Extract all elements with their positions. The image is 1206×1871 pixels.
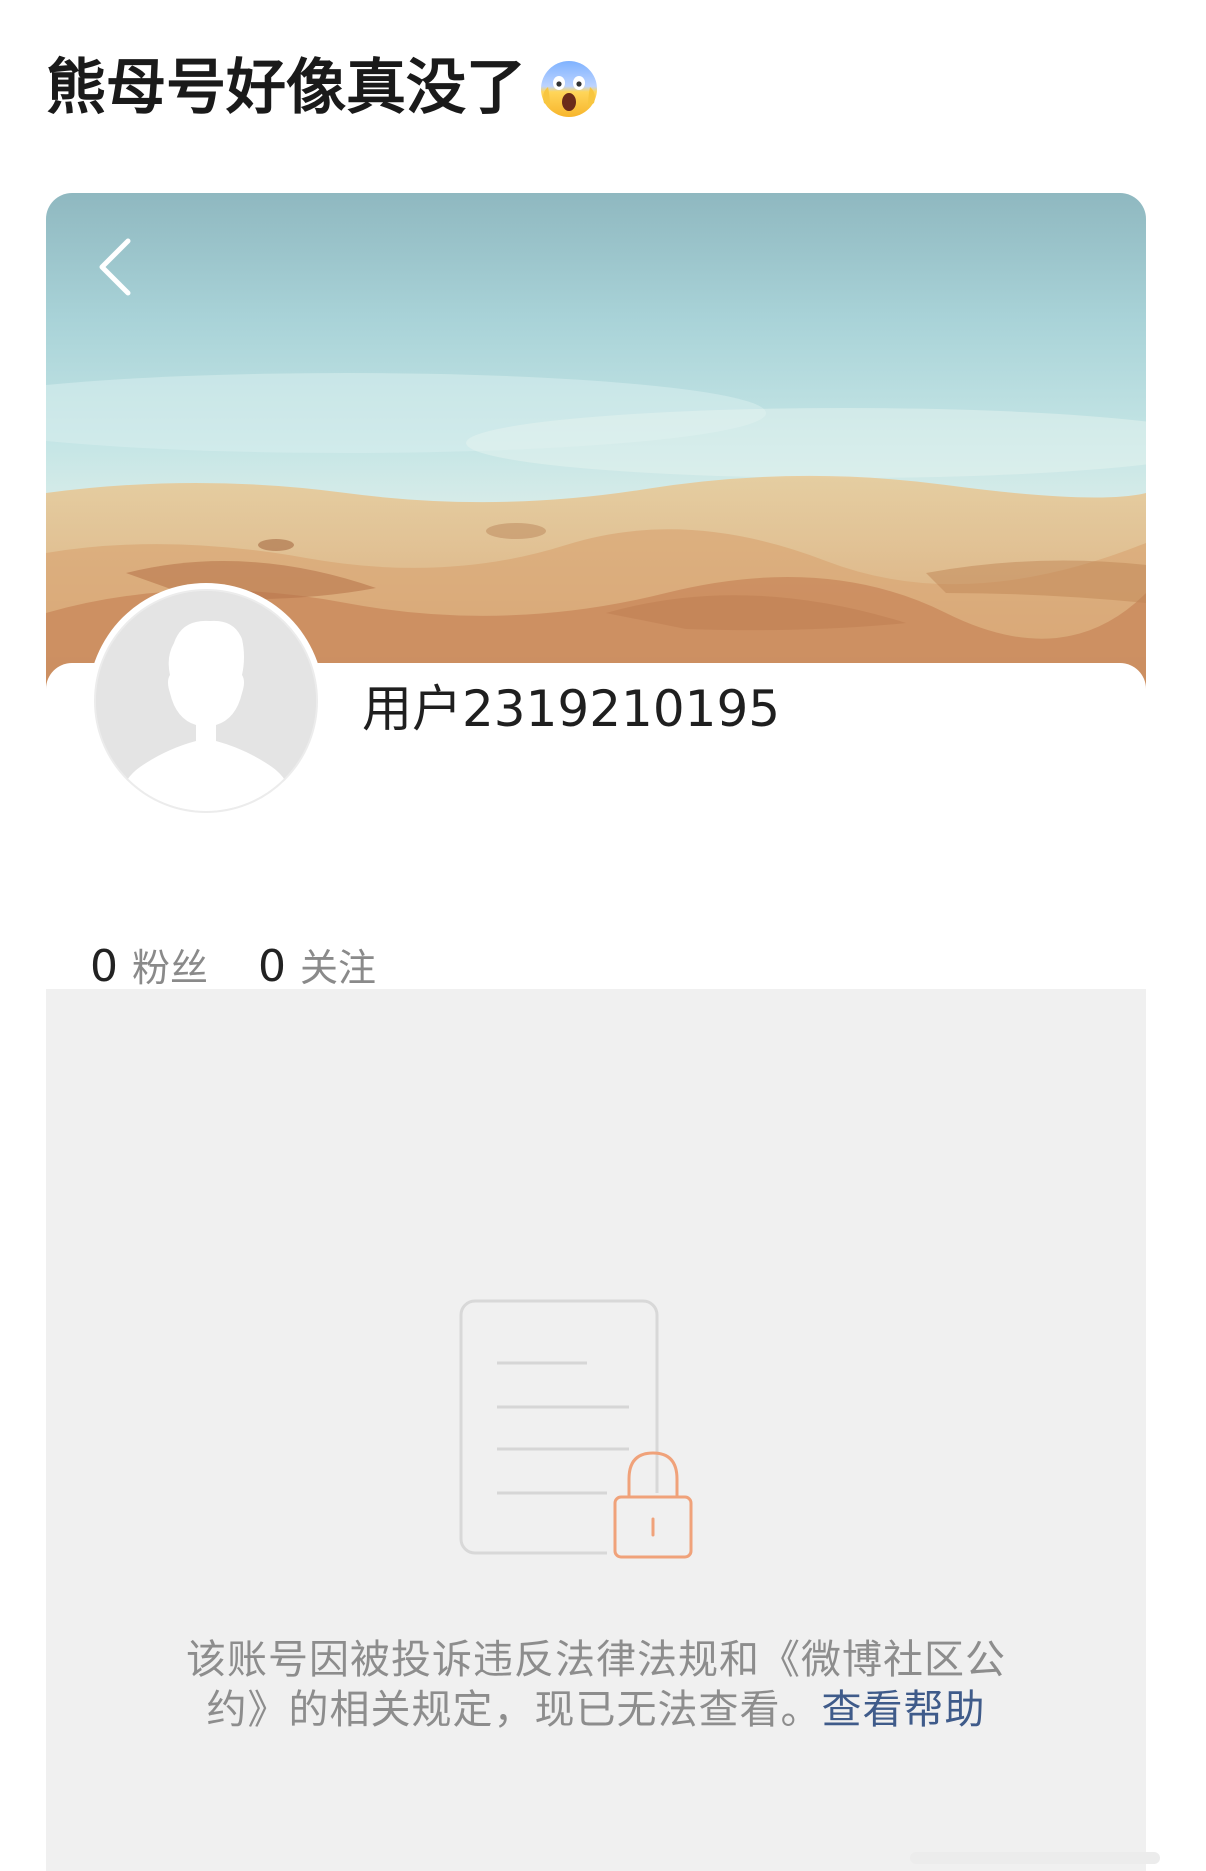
following-stat[interactable]: 0 关注 bbox=[258, 937, 376, 992]
avatar[interactable] bbox=[88, 583, 324, 819]
chevron-left-icon bbox=[99, 238, 131, 296]
post-title: 熊母号好像真没了 bbox=[46, 52, 600, 124]
weibo-profile-screenshot: 用户2319210195 0 粉丝 0 关注 该账号因被投诉违反法律法规和《微博… bbox=[46, 193, 1146, 1871]
followers-label: 粉丝 bbox=[132, 946, 209, 990]
locked-document-icon bbox=[457, 1297, 737, 1615]
username: 用户2319210195 bbox=[362, 680, 781, 738]
back-button[interactable] bbox=[86, 231, 142, 303]
following-label: 关注 bbox=[300, 946, 377, 990]
post-title-text: 熊母号好像真没了 bbox=[46, 53, 526, 123]
following-count: 0 bbox=[258, 941, 287, 992]
default-avatar-silhouette-icon bbox=[96, 591, 316, 811]
profile-stats: 0 粉丝 0 关注 bbox=[90, 937, 426, 992]
scream-emoji-icon bbox=[538, 57, 600, 119]
view-help-link[interactable]: 查看帮助 bbox=[822, 1687, 986, 1733]
watermark bbox=[910, 1852, 1160, 1864]
blocked-content-area: 该账号因被投诉违反法律法规和《微博社区公约》的相关规定，现已无法查看。查看帮助 bbox=[46, 989, 1146, 1871]
followers-count: 0 bbox=[90, 941, 118, 992]
followers-stat[interactable]: 0 粉丝 bbox=[90, 937, 208, 992]
account-blocked-notice: 该账号因被投诉违反法律法规和《微博社区公约》的相关规定，现已无法查看。查看帮助 bbox=[166, 1635, 1026, 1735]
